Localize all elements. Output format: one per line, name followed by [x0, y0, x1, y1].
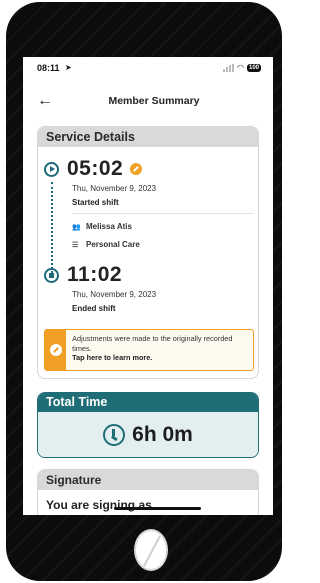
total-time-value: 6h 0m	[132, 423, 193, 446]
start-date: Thu, November 9, 2023	[72, 184, 157, 193]
notice-text: Adjustments were made to the originally …	[72, 334, 233, 353]
end-time-row: 11:02	[44, 263, 122, 287]
list-icon: ☰	[72, 241, 79, 249]
home-button[interactable]	[134, 529, 168, 571]
start-label: Started shift	[72, 198, 119, 207]
status-bar: 08:11 ➤ ◠ 100	[23, 63, 273, 77]
end-date: Thu, November 9, 2023	[72, 290, 157, 299]
wifi-icon: ◠	[237, 63, 244, 72]
end-label: Ended shift	[72, 304, 116, 313]
end-time: 11:02	[67, 263, 123, 286]
edited-pencil-icon[interactable]	[130, 163, 143, 175]
service-type-row: ☰ Personal Care	[72, 240, 140, 249]
pencil-icon	[49, 344, 62, 356]
adjustment-notice[interactable]: Adjustments were made to the originally …	[44, 329, 254, 371]
notice-text-block: Adjustments were made to the originally …	[66, 330, 253, 370]
page-title: Member Summary	[108, 95, 200, 107]
clock-icon	[103, 424, 126, 446]
app-screen: 08:11 ➤ ◠ 100 ← Member Summary Service D…	[23, 57, 273, 515]
cellular-signal-icon	[223, 63, 234, 72]
total-time-card: Total Time 6h 0m	[37, 392, 259, 458]
start-time-row: 05:02	[44, 157, 143, 181]
status-time: 08:11	[37, 63, 60, 73]
start-time: 05:02	[67, 157, 124, 180]
phone-frame: 08:11 ➤ ◠ 100 ← Member Summary Service D…	[6, 2, 282, 581]
app-header: ← Member Summary	[23, 91, 273, 113]
battery-icon: 100	[246, 63, 261, 72]
service-details-card: Service Details 05:02 Thu, November 9, 2…	[37, 126, 259, 379]
play-icon	[44, 161, 59, 177]
service-details-heading: Service Details	[38, 127, 258, 147]
member-name: Melissa Atis	[86, 222, 132, 231]
location-arrow-icon: ➤	[65, 63, 72, 72]
signature-heading: Signature	[38, 470, 258, 490]
divider	[72, 213, 254, 214]
total-time-body: 6h 0m	[38, 412, 258, 457]
home-indicator	[114, 507, 201, 510]
status-icons: ◠ 100	[223, 63, 261, 72]
total-time-heading: Total Time	[38, 393, 258, 412]
people-icon: 👥	[72, 223, 81, 231]
member-row: 👥 Melissa Atis	[72, 222, 132, 231]
learn-more-link[interactable]: Tap here to learn more.	[72, 353, 152, 362]
stop-icon	[44, 267, 59, 283]
notice-icon-strip	[45, 330, 67, 370]
service-type: Personal Care	[86, 240, 140, 249]
